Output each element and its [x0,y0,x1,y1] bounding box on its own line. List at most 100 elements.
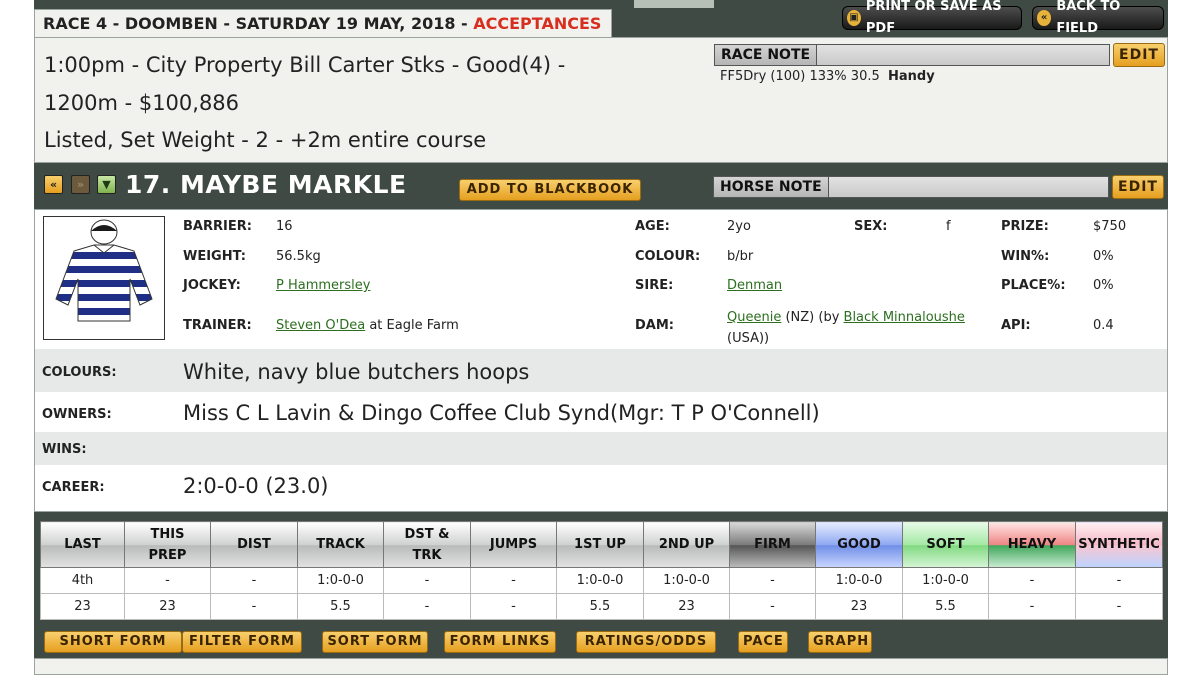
form-links-button[interactable]: FORM LINKS [444,631,556,653]
horse-note-field[interactable]: HORSE NOTE [713,176,1109,198]
dam-sire-origin: (USA)) [727,331,770,346]
print-pdf-button[interactable]: ▣ PRINT OR SAVE AS PDF [842,0,1022,36]
dam-link[interactable]: Queenie [727,310,781,325]
table-cell: - [470,567,557,594]
place-pct-value: 0% [1093,278,1114,293]
weight-label: WEIGHT: [183,249,246,264]
trainer-label: TRAINER: [183,318,252,333]
table-cell: 23 [124,593,211,620]
race-status: ACCEPTANCES [473,14,602,33]
weight-value: 56.5kg [276,249,321,264]
barrier-label: BARRIER: [183,219,252,234]
table-cell: - [988,567,1076,594]
owners-label: OWNERS: [42,407,112,422]
pace-button[interactable]: PACE [738,631,788,653]
sex-value: f [946,219,951,234]
form-header-synthetic: SYNTHETIC [1075,521,1163,568]
colours-label: COLOURS: [42,365,117,380]
table-cell: 1:0-0-0 [902,567,989,594]
form-header-track: TRACK [297,521,384,568]
table-cell: - [988,593,1076,620]
wins-row [35,432,1167,465]
race-note-bold: Handy [888,69,935,84]
table-cell: 23 [643,593,730,620]
race-title-tab: RACE 4 - DOOMBEN - SATURDAY 19 MAY, 2018… [34,9,612,37]
ratings-odds-button[interactable]: RATINGS/ODDS [576,631,716,653]
win-pct-value: 0% [1093,249,1114,264]
table-cell: - [470,593,557,620]
table-row: 23 23-5.5- -5.5 23-23 5.5- - [40,593,1163,620]
race-note-field[interactable]: RACE NOTE [714,44,1110,66]
jockey-link[interactable]: P Hammersley [276,278,370,293]
sort-form-button[interactable]: SORT FORM [322,631,428,653]
horse-note-edit-button[interactable]: EDIT [1112,175,1164,199]
trainer-location: at Eagle Farm [365,318,459,333]
form-header-this-prep: THIS PREP [124,521,211,568]
back-to-field-button[interactable]: « BACK TO FIELD [1032,0,1164,36]
back-to-field-label: BACK TO FIELD [1056,0,1121,36]
race-line-2: 1200m - $100,886 [44,91,240,115]
table-cell: 4th [40,567,125,594]
header-strip [634,0,714,8]
form-table-body: 4th - -1:0-0-0- -1:0-0-0 1:0-0-0-1:0-0-0 1:0-… [40,567,1163,620]
jockey-silks [43,216,165,340]
dam-label: DAM: [635,318,674,333]
prev-horse-button[interactable]: « [44,175,63,194]
race-note-edit-button[interactable]: EDIT [1113,43,1165,67]
career-label: CAREER: [42,480,105,495]
jockey-label: JOCKEY: [183,278,241,293]
horse-name: 17. MAYBE MARKLE [125,170,407,199]
race-line-3: Listed, Set Weight - 2 - +2m entire cour… [44,128,487,152]
race-title: RACE 4 - DOOMBEN - SATURDAY 19 MAY, 2018… [43,14,474,33]
prize-value: $750 [1093,219,1127,234]
table-cell: - [124,567,211,594]
form-header-dst-trk: DST & TRK [383,521,471,568]
race-note-label: RACE NOTE [715,45,818,65]
barrier-value: 16 [276,219,293,234]
form-header-good: GOOD [815,521,903,568]
api-value: 0.4 [1093,318,1114,333]
race-line-1: 1:00pm - City Property Bill Carter Stks … [44,53,566,77]
table-cell: - [1075,567,1163,594]
expand-horse-button[interactable]: ▼ [97,175,116,194]
colour-value: b/br [727,249,754,264]
graph-button[interactable]: GRAPH [808,631,872,653]
form-header-1st-up: 1ST UP [556,521,644,568]
table-cell: - [1075,593,1163,620]
form-header-2nd-up: 2ND UP [643,521,730,568]
age-value: 2yo [727,219,751,234]
table-cell: - [383,567,471,594]
api-label: API: [1001,318,1031,333]
form-header-heavy: HEAVY [988,521,1076,568]
short-form-button[interactable]: SHORT FORM [44,631,182,653]
age-label: AGE: [635,219,670,234]
sire-link[interactable]: Denman [727,278,782,293]
table-cell: 1:0-0-0 [815,567,903,594]
table-cell: 5.5 [556,593,644,620]
filter-form-button[interactable]: FILTER FORM [182,631,302,653]
dam-origin: (NZ) (by [781,310,844,325]
colours-value: White, navy blue butchers hoops [183,360,530,384]
race-note-value: FF5Dry (100) 133% 30.5 [720,69,880,84]
colour-label: COLOUR: [635,249,701,264]
form-header-last: LAST [40,521,125,568]
double-chevron-left-icon: « [1037,10,1052,26]
trainer-link[interactable]: Steven O'Dea [276,318,365,333]
table-cell: - [729,567,816,594]
horse-details-panel: BARRIER: 16 WEIGHT: 56.5kg JOCKEY: P Ham… [34,209,1168,512]
silks-icon [55,219,153,322]
print-pdf-label: PRINT OR SAVE AS PDF [865,0,1002,36]
next-horse-button[interactable]: » [71,175,90,194]
form-header-firm: FIRM [729,521,816,568]
race-info-panel: 1:00pm - City Property Bill Carter Stks … [34,37,1168,163]
table-row: 4th - -1:0-0-0- -1:0-0-0 1:0-0-0-1:0-0-0 1:0-… [40,567,1163,594]
dam-value: Queenie (NZ) (by Black Minnaloushe (USA)… [727,307,987,349]
owners-value: Miss C L Lavin & Dingo Coffee Club Synd(… [183,401,820,425]
table-cell: 1:0-0-0 [297,567,384,594]
dam-sire-link[interactable]: Black Minnaloushe [844,310,965,325]
add-to-blackbook-button[interactable]: ADD TO BLACKBOOK [459,179,641,201]
wins-label: WINS: [42,442,87,457]
form-guide-frame: RACE 4 - DOOMBEN - SATURDAY 19 MAY, 2018… [34,0,1168,675]
sex-label: SEX: [854,219,888,234]
table-cell: - [729,593,816,620]
